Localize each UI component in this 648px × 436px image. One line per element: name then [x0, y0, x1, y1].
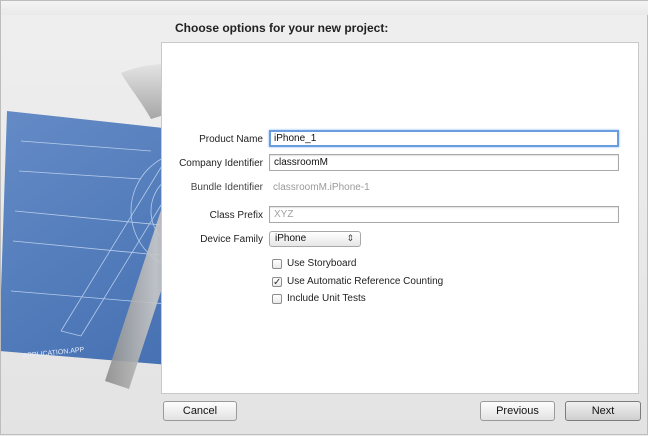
- use-storyboard-label: Use Storyboard: [287, 258, 357, 269]
- use-arc-label: Use Automatic Reference Counting: [287, 276, 444, 287]
- device-family-select[interactable]: iPhone ⇕: [269, 231, 361, 247]
- title-bar: [1, 1, 648, 15]
- company-identifier-label: Company Identifier: [179, 158, 263, 169]
- class-prefix-label: Class Prefix: [209, 210, 263, 221]
- cancel-button[interactable]: Cancel: [163, 401, 237, 421]
- include-unit-tests-label: Include Unit Tests: [287, 293, 366, 304]
- bundle-identifier-value: classroomM.iPhone-1: [273, 182, 370, 193]
- class-prefix-field[interactable]: XYZ: [269, 206, 619, 223]
- blueprint-text: APPLICATION.APP: [22, 347, 84, 360]
- previous-button[interactable]: Previous: [480, 401, 555, 421]
- up-down-arrows-icon: ⇕: [346, 233, 354, 243]
- include-unit-tests-checkbox[interactable]: [272, 294, 282, 304]
- checkmark-icon: ✓: [273, 277, 282, 288]
- device-family-value: iPhone: [275, 233, 307, 244]
- product-name-value: iPhone_1: [274, 133, 317, 144]
- device-family-label: Device Family: [200, 234, 263, 245]
- use-storyboard-checkbox[interactable]: [272, 259, 282, 269]
- product-name-label: Product Name: [199, 134, 263, 145]
- use-arc-checkbox[interactable]: ✓: [272, 277, 282, 288]
- class-prefix-placeholder: XYZ: [274, 209, 294, 220]
- company-identifier-field[interactable]: classroomM: [269, 154, 619, 171]
- dialog-header: Choose options for your new project:: [175, 21, 389, 35]
- new-project-dialog: APPLICATION.APP Choose options for your …: [0, 0, 648, 435]
- bundle-identifier-label: Bundle Identifier: [190, 182, 263, 193]
- product-name-field[interactable]: iPhone_1: [269, 130, 619, 147]
- next-button[interactable]: Next: [565, 401, 641, 421]
- company-identifier-value: classroomM: [274, 157, 328, 168]
